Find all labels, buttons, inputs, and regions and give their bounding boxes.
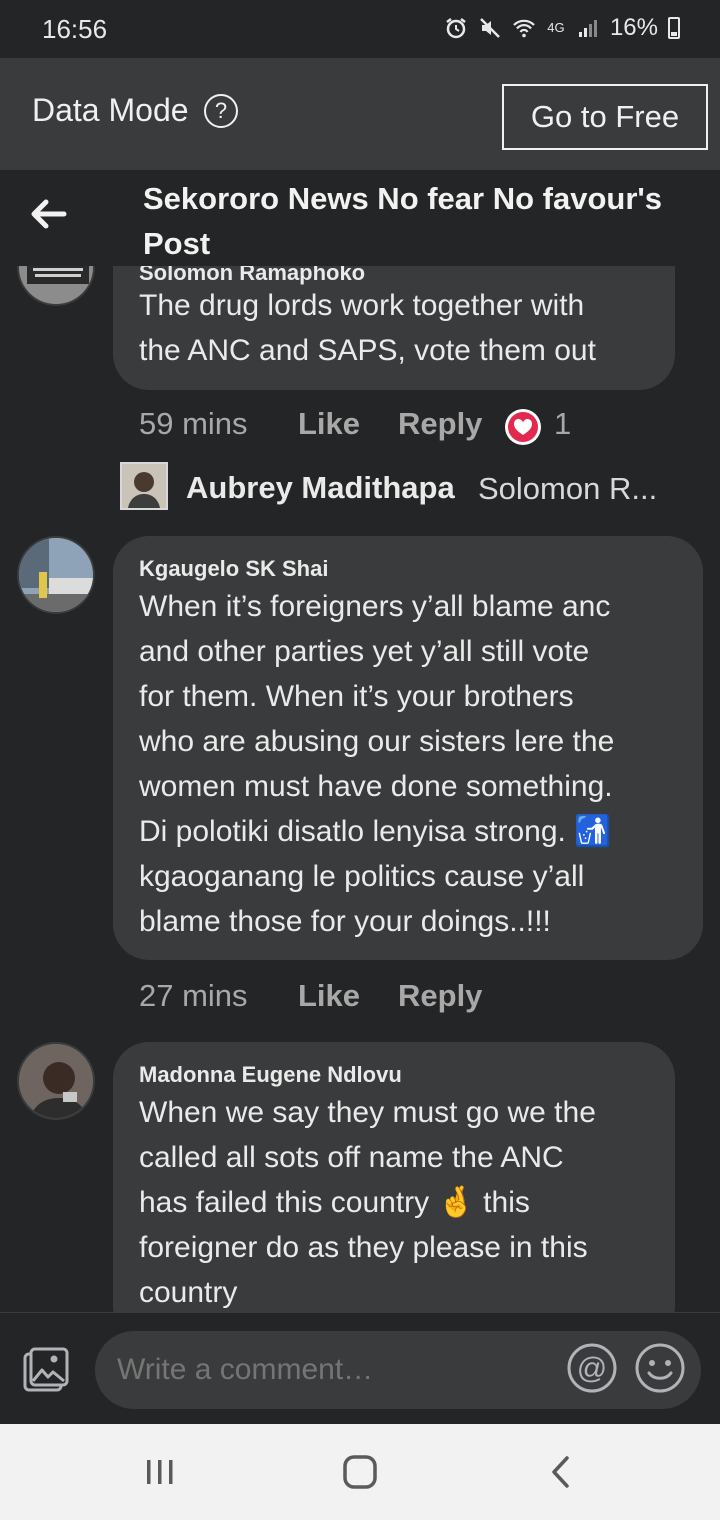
svg-text:@: @ bbox=[577, 1352, 607, 1385]
status-bar: 16:56 4G 16% bbox=[0, 0, 720, 58]
comment-bubble[interactable]: Madonna Eugene Ndlovu When we say they m… bbox=[113, 1042, 675, 1312]
status-icons: 4G 16% bbox=[444, 14, 680, 42]
app-screen: 16:56 4G 16% Data Mode ? Go to Free Solo… bbox=[0, 0, 720, 1520]
wifi-icon bbox=[513, 19, 535, 38]
avatar[interactable] bbox=[120, 462, 168, 510]
signal-icon bbox=[578, 20, 597, 37]
recents-icon[interactable] bbox=[140, 1452, 180, 1492]
avatar[interactable] bbox=[17, 536, 95, 614]
reply-author[interactable]: Aubrey Madithapa bbox=[186, 470, 455, 506]
battery-icon bbox=[668, 17, 680, 39]
alarm-icon bbox=[446, 18, 466, 39]
mute-icon bbox=[480, 18, 500, 38]
photo-icon[interactable] bbox=[20, 1345, 72, 1397]
go-to-free-button[interactable]: Go to Free bbox=[502, 84, 708, 150]
reply-button[interactable]: Reply bbox=[398, 406, 482, 442]
system-nav-bar bbox=[0, 1424, 720, 1520]
comment-bubble[interactable]: Kgaugelo SK Shai When it’s foreigners y’… bbox=[113, 536, 703, 960]
page-title: Sekororo News No fear No favour's Post bbox=[143, 181, 663, 261]
like-button[interactable]: Like bbox=[298, 406, 360, 442]
avatar-image bbox=[19, 1044, 93, 1118]
comment-text: When we say they must go we the called a… bbox=[139, 1096, 596, 1309]
comment-text: When it’s foreigners y’all blame anc and… bbox=[139, 590, 615, 938]
comment-time: 59 mins bbox=[139, 406, 248, 441]
comment-author[interactable]: Kgaugelo SK Shai bbox=[139, 556, 328, 582]
at-sign-icon[interactable]: @ bbox=[566, 1342, 618, 1394]
data-mode-label: Data Mode bbox=[32, 92, 189, 128]
avatar[interactable] bbox=[17, 1042, 95, 1120]
comment-time: 27 mins bbox=[139, 978, 248, 1013]
reply-snippet[interactable]: Solomon R... bbox=[478, 471, 657, 507]
smiley-icon[interactable] bbox=[634, 1342, 686, 1394]
love-reaction-icon[interactable] bbox=[504, 408, 542, 446]
status-time: 16:56 bbox=[42, 14, 108, 44]
arrow-left-icon[interactable] bbox=[24, 190, 72, 238]
back-chevron-icon[interactable] bbox=[542, 1452, 582, 1492]
reaction-count: 1 bbox=[554, 406, 572, 441]
data-mode-bar: Data Mode ? Go to Free bbox=[0, 58, 720, 170]
comments-feed[interactable]: Solomon Ramaphoko The drug lords work to… bbox=[0, 170, 720, 1312]
home-icon[interactable] bbox=[340, 1452, 380, 1492]
reply-button[interactable]: Reply bbox=[398, 978, 482, 1014]
avatar-image bbox=[19, 538, 93, 612]
avatar-image bbox=[122, 464, 166, 508]
post-header: Sekororo News No fear No favour's Post bbox=[0, 170, 720, 266]
comment-author[interactable]: Madonna Eugene Ndlovu bbox=[139, 1062, 402, 1088]
like-button[interactable]: Like bbox=[298, 978, 360, 1014]
comment-text: The drug lords work together with the AN… bbox=[139, 289, 596, 367]
battery-percent: 16% bbox=[609, 14, 658, 41]
question-circle-icon[interactable]: ? bbox=[204, 94, 238, 128]
network-type: 4G bbox=[547, 20, 565, 35]
